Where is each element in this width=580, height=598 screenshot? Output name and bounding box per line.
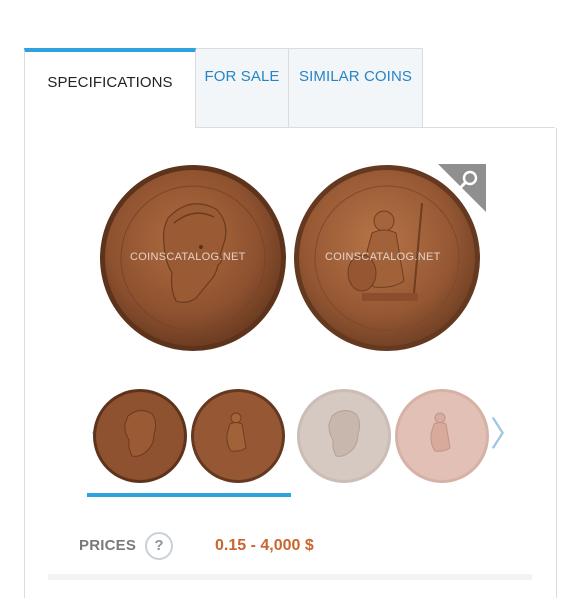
thumbnail-strip — [90, 388, 490, 484]
tab-for-sale-label: FOR SALE — [204, 68, 280, 85]
tab-specifications[interactable]: SPECIFICATIONS — [24, 48, 196, 129]
prices-value: 0.15 - 4,000 $ — [215, 537, 314, 554]
coin-watermark-1: COINSCATALOG.NET — [130, 251, 246, 263]
help-icon[interactable]: ? — [145, 532, 173, 560]
thumbnail-obverse-alt[interactable] — [296, 388, 392, 484]
thumbnail-selection-indicator — [87, 493, 291, 497]
thumbnail-obverse[interactable] — [92, 388, 188, 484]
magnifier-icon[interactable] — [438, 164, 486, 212]
thumbnail-reverse[interactable] — [190, 388, 286, 484]
tab-similar-coins[interactable]: SIMILAR COINS — [289, 48, 423, 128]
coin-watermark-2: COINSCATALOG.NET — [325, 251, 441, 263]
next-section-bar — [48, 574, 532, 580]
prices-label: PRICES — [79, 537, 137, 554]
tab-specifications-label: SPECIFICATIONS — [47, 74, 173, 91]
tab-for-sale[interactable]: FOR SALE — [196, 48, 289, 128]
chevron-right-icon[interactable]: 〉 — [490, 418, 524, 452]
tab-similar-coins-label: SIMILAR COINS — [299, 68, 412, 85]
thumbnail-reverse-alt[interactable] — [394, 388, 490, 484]
